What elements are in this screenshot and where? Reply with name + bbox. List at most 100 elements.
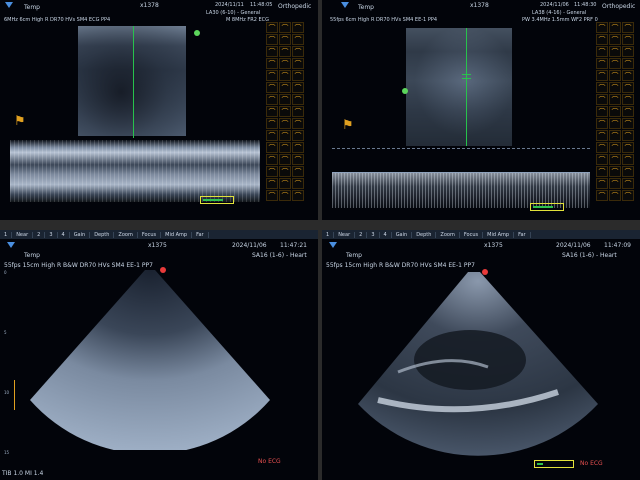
mode-item[interactable]: 4 <box>380 231 392 238</box>
m-line-cursor[interactable] <box>133 26 134 138</box>
probe-position-icon[interactable]: ⌒ <box>596 166 608 177</box>
focus-marker[interactable] <box>14 380 18 410</box>
mode-item[interactable]: 4 <box>58 231 70 238</box>
probe-position-icon[interactable]: ⌒ <box>279 142 291 153</box>
probe-position-icon[interactable]: ⌒ <box>292 94 304 105</box>
probe-position-icon[interactable]: ⌒ <box>596 154 608 165</box>
cine-progress-frame[interactable] <box>534 460 574 468</box>
probe-position-icon[interactable]: ⌒ <box>279 82 291 93</box>
mode-item[interactable]: Depth <box>90 231 115 238</box>
probe-position-icon[interactable]: ⌒ <box>266 82 278 93</box>
probe-position-icon[interactable]: ⌒ <box>292 46 304 57</box>
probe-position-icon[interactable]: ⌒ <box>266 70 278 81</box>
probe-position-icon[interactable]: ⌒ <box>622 190 634 201</box>
mode-item[interactable]: Far <box>514 231 531 238</box>
probe-position-icon[interactable]: ⌒ <box>266 106 278 117</box>
probe-position-icon[interactable]: ⌒ <box>266 22 278 33</box>
mode-item[interactable]: Zoom <box>114 231 138 238</box>
probe-position-icon[interactable]: ⌒ <box>266 178 278 189</box>
mode-item[interactable]: Mid Amp <box>161 231 193 238</box>
mode-item[interactable]: 2 <box>355 231 368 238</box>
mode-item[interactable]: 3 <box>367 231 380 238</box>
probe-position-icon[interactable]: ⌒ <box>279 58 291 69</box>
probe-position-icon[interactable]: ⌒ <box>279 130 291 141</box>
probe-position-icon[interactable]: ⌒ <box>266 142 278 153</box>
probe-position-icon[interactable]: ⌒ <box>292 82 304 93</box>
probe-position-icon[interactable]: ⌒ <box>609 154 621 165</box>
probe-position-icon[interactable]: ⌒ <box>279 190 291 201</box>
probe-position-icon[interactable]: ⌒ <box>622 118 634 129</box>
probe-position-icon[interactable]: ⌒ <box>279 70 291 81</box>
probe-position-icon[interactable]: ⌒ <box>266 34 278 45</box>
doppler-cursor-line[interactable] <box>466 28 467 146</box>
probe-position-icon[interactable]: ⌒ <box>596 94 608 105</box>
probe-position-icon[interactable]: ⌒ <box>279 22 291 33</box>
probe-position-icon[interactable]: ⌒ <box>596 130 608 141</box>
probe-position-icon[interactable]: ⌒ <box>266 58 278 69</box>
cine-progress-frame[interactable] <box>530 203 564 211</box>
probe-position-icon[interactable]: ⌒ <box>609 22 621 33</box>
mode-item[interactable]: 3 <box>45 231 58 238</box>
mode-item[interactable]: Mid Amp <box>483 231 515 238</box>
cine-progress-frame[interactable] <box>200 196 234 204</box>
probe-position-icon[interactable]: ⌒ <box>279 46 291 57</box>
probe-position-icon[interactable]: ⌒ <box>292 190 304 201</box>
probe-position-icon[interactable]: ⌒ <box>609 94 621 105</box>
mode-item[interactable]: Gain <box>70 231 91 238</box>
probe-position-icon[interactable]: ⌒ <box>609 34 621 45</box>
probe-position-icon[interactable]: ⌒ <box>622 22 634 33</box>
probe-position-icon[interactable]: ⌒ <box>609 166 621 177</box>
mode-item[interactable]: Near <box>334 231 356 238</box>
mode-item[interactable]: Depth <box>412 231 437 238</box>
probe-position-icon[interactable]: ⌒ <box>622 154 634 165</box>
probe-position-icon[interactable]: ⌒ <box>266 46 278 57</box>
probe-position-icon[interactable]: ⌒ <box>596 178 608 189</box>
mode-item[interactable]: 2 <box>33 231 46 238</box>
mode-item[interactable]: Gain <box>392 231 413 238</box>
probe-position-icon[interactable]: ⌒ <box>292 166 304 177</box>
probe-position-icon[interactable]: ⌒ <box>609 142 621 153</box>
probe-position-icon[interactable]: ⌒ <box>609 82 621 93</box>
mode-item[interactable]: Focus <box>460 231 484 238</box>
probe-position-icon[interactable]: ⌒ <box>266 166 278 177</box>
mode-item[interactable]: Near <box>12 231 34 238</box>
probe-position-icon[interactable]: ⌒ <box>622 46 634 57</box>
probe-position-icon[interactable]: ⌒ <box>596 22 608 33</box>
mode-item[interactable]: 1 <box>0 231 13 238</box>
probe-position-icon[interactable]: ⌒ <box>292 106 304 117</box>
probe-position-icon[interactable]: ⌒ <box>609 130 621 141</box>
probe-position-icon[interactable]: ⌒ <box>266 118 278 129</box>
probe-position-icon[interactable]: ⌒ <box>266 154 278 165</box>
probe-position-icon[interactable]: ⌒ <box>622 106 634 117</box>
probe-position-icon[interactable]: ⌒ <box>609 58 621 69</box>
probe-position-icon[interactable]: ⌒ <box>596 70 608 81</box>
probe-position-icon[interactable]: ⌒ <box>622 142 634 153</box>
probe-position-icon[interactable]: ⌒ <box>609 118 621 129</box>
probe-position-icon[interactable]: ⌒ <box>622 166 634 177</box>
mode-item[interactable]: Far <box>192 231 209 238</box>
probe-position-icon[interactable]: ⌒ <box>622 82 634 93</box>
probe-position-icon[interactable]: ⌒ <box>622 130 634 141</box>
probe-position-icon[interactable]: ⌒ <box>266 94 278 105</box>
probe-position-icon[interactable]: ⌒ <box>609 46 621 57</box>
probe-position-icon[interactable]: ⌒ <box>596 82 608 93</box>
probe-position-icon[interactable]: ⌒ <box>292 130 304 141</box>
probe-position-icon[interactable]: ⌒ <box>279 178 291 189</box>
probe-position-icon[interactable]: ⌒ <box>596 34 608 45</box>
probe-position-icon[interactable]: ⌒ <box>266 130 278 141</box>
probe-position-icon[interactable]: ⌒ <box>279 166 291 177</box>
probe-position-icon[interactable]: ⌒ <box>292 178 304 189</box>
probe-position-icon[interactable]: ⌒ <box>609 106 621 117</box>
probe-position-icon[interactable]: ⌒ <box>596 118 608 129</box>
probe-position-icon[interactable]: ⌒ <box>622 178 634 189</box>
probe-position-icon[interactable]: ⌒ <box>622 34 634 45</box>
mode-item[interactable]: Focus <box>138 231 162 238</box>
probe-position-icon[interactable]: ⌒ <box>609 70 621 81</box>
probe-position-icon[interactable]: ⌒ <box>609 178 621 189</box>
probe-position-icon[interactable]: ⌒ <box>292 142 304 153</box>
probe-position-icon[interactable]: ⌒ <box>279 106 291 117</box>
sample-gate[interactable] <box>462 74 471 79</box>
mode-item[interactable]: Zoom <box>436 231 460 238</box>
probe-position-icon[interactable]: ⌒ <box>596 58 608 69</box>
probe-position-icon[interactable]: ⌒ <box>622 70 634 81</box>
